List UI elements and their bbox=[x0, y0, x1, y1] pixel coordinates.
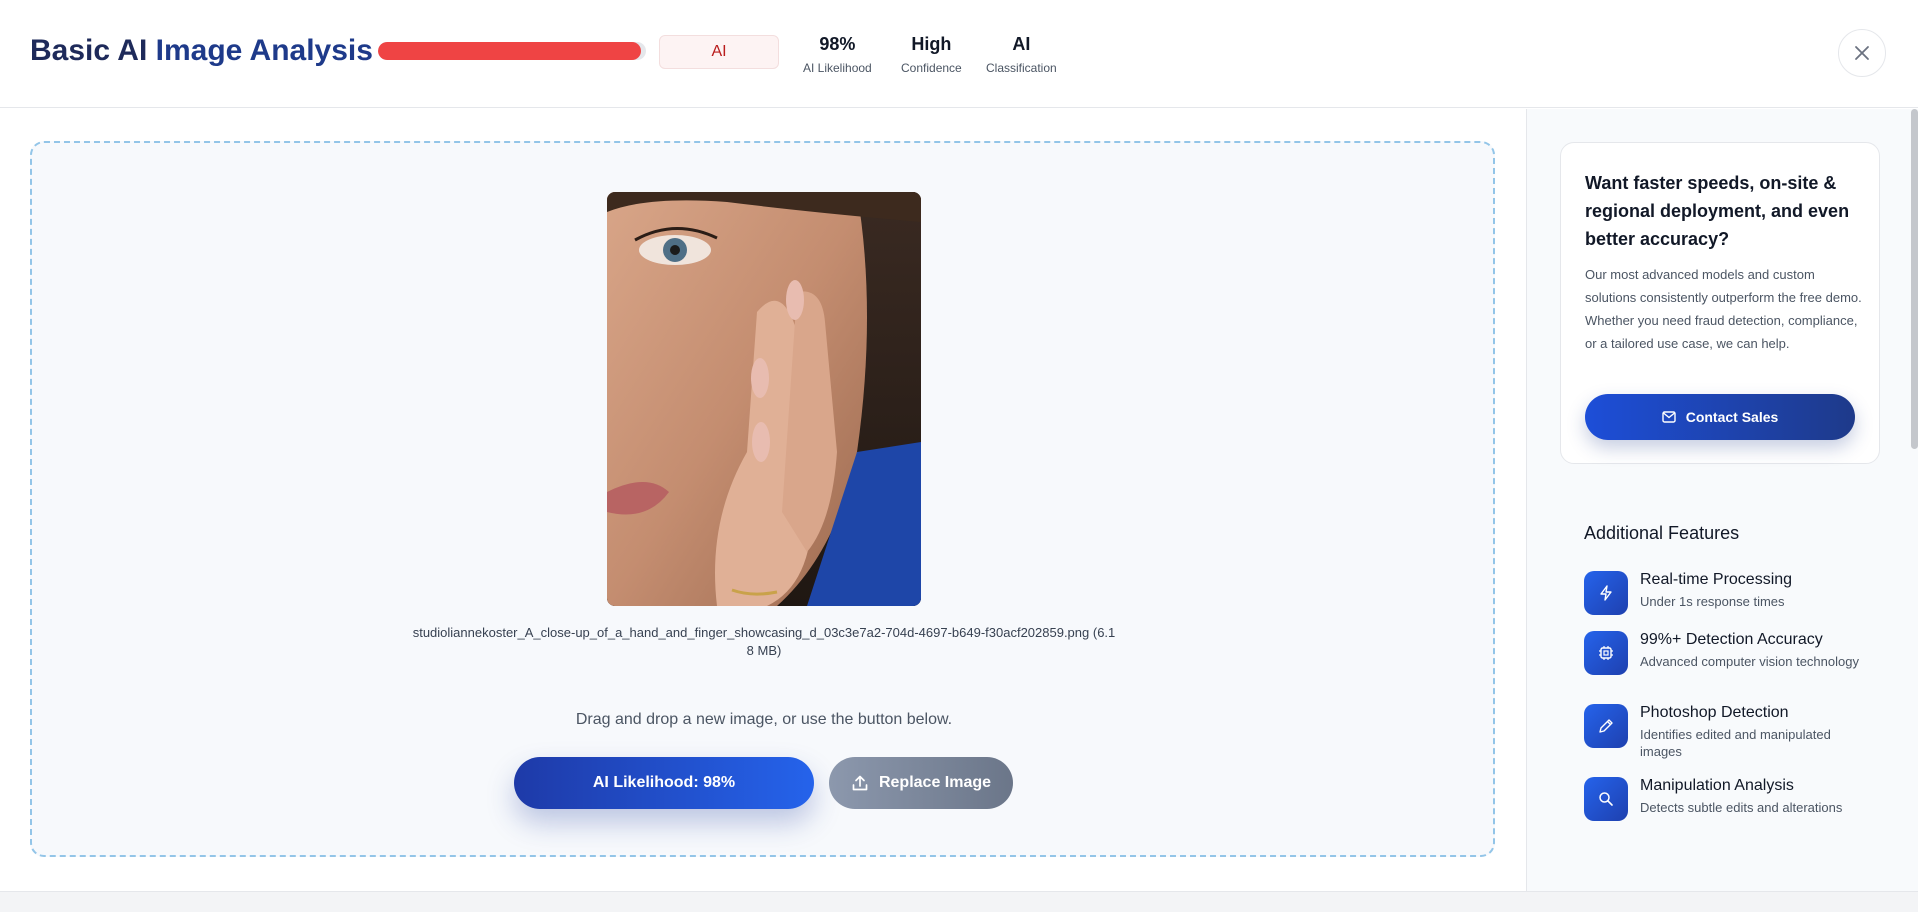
ai-likelihood-bar bbox=[378, 42, 646, 60]
feature-item: Manipulation Analysis Detects subtle edi… bbox=[1584, 777, 1874, 839]
lightning-icon bbox=[1584, 571, 1628, 615]
feature-name: Photoshop Detection bbox=[1640, 704, 1789, 721]
stat-value: 98% bbox=[819, 34, 856, 54]
footer-strip bbox=[0, 891, 1918, 912]
search-icon bbox=[1584, 777, 1628, 821]
replace-image-label: Replace Image bbox=[878, 774, 992, 791]
header-bar: Basic AI Image Analysis AI 98% AI Likeli… bbox=[0, 0, 1918, 108]
file-name-label: studioliannekoster_A_close-up_of_a_hand_… bbox=[412, 625, 1116, 658]
preview-image bbox=[607, 192, 921, 606]
close-button[interactable] bbox=[1838, 29, 1886, 77]
feature-name: Manipulation Analysis bbox=[1640, 777, 1794, 794]
feature-desc: Under 1s response times bbox=[1640, 594, 1785, 609]
contact-sales-button[interactable]: Contact Sales bbox=[1585, 394, 1855, 440]
ai-likelihood-button[interactable]: AI Likelihood: 98% bbox=[514, 757, 814, 809]
stat-value: AI bbox=[1012, 34, 1031, 54]
mail-icon bbox=[1662, 411, 1676, 423]
classification-pill: AI bbox=[659, 35, 779, 69]
stat-classification: AI Classification bbox=[986, 33, 1057, 75]
feature-name: 99%+ Detection Accuracy bbox=[1640, 631, 1823, 648]
chip-icon bbox=[1584, 631, 1628, 675]
replace-image-button[interactable]: Replace Image bbox=[829, 757, 1013, 809]
feature-desc: Identifies edited and manipulated images bbox=[1640, 727, 1831, 759]
drag-drop-hint: Drag and drop a new image, or use the bu… bbox=[575, 711, 953, 728]
stat-label: Confidence bbox=[901, 61, 962, 75]
ai-likelihood-bar-fill bbox=[378, 42, 641, 60]
contact-sales-label: Contact Sales bbox=[1685, 409, 1779, 425]
stat-label: Classification bbox=[986, 61, 1057, 75]
stat-label: AI Likelihood bbox=[803, 61, 872, 75]
promo-card: Want faster speeds, on-site & regional d… bbox=[1560, 142, 1880, 464]
stat-confidence: High Confidence bbox=[901, 33, 962, 75]
page-title-part1: Basic AI bbox=[30, 34, 148, 67]
stat-value: High bbox=[911, 34, 952, 54]
close-icon bbox=[1855, 46, 1869, 60]
sidebar-scrollbar[interactable] bbox=[1911, 109, 1918, 449]
feature-item: Photoshop Detection Identifies edited an… bbox=[1584, 704, 1874, 766]
features-title: Additional Features bbox=[1584, 523, 1740, 543]
upload-icon bbox=[852, 775, 868, 791]
pencil-icon bbox=[1584, 704, 1628, 748]
feature-item: Real-time Processing Under 1s response t… bbox=[1584, 571, 1874, 633]
promo-title: Want faster speeds, on-site & regional d… bbox=[1585, 173, 1850, 249]
page-title: Basic AI Image Analysis bbox=[30, 34, 373, 68]
stat-ai-likelihood: 98% AI Likelihood bbox=[803, 33, 872, 75]
feature-desc: Advanced computer vision technology bbox=[1640, 654, 1859, 669]
feature-name: Real-time Processing bbox=[1640, 571, 1793, 588]
image-dropzone[interactable]: studioliannekoster_A_close-up_of_a_hand_… bbox=[30, 141, 1495, 857]
feature-desc: Detects subtle edits and alterations bbox=[1640, 800, 1843, 815]
uploaded-image-preview bbox=[607, 192, 921, 606]
promo-body: Our most advanced models and custom solu… bbox=[1585, 267, 1862, 351]
main-panel: studioliannekoster_A_close-up_of_a_hand_… bbox=[0, 109, 1526, 891]
feature-item: 99%+ Detection Accuracy Advanced compute… bbox=[1584, 631, 1874, 693]
page-title-part2: Image Analysis bbox=[155, 34, 373, 67]
sidebar: Want faster speeds, on-site & regional d… bbox=[1526, 109, 1918, 891]
